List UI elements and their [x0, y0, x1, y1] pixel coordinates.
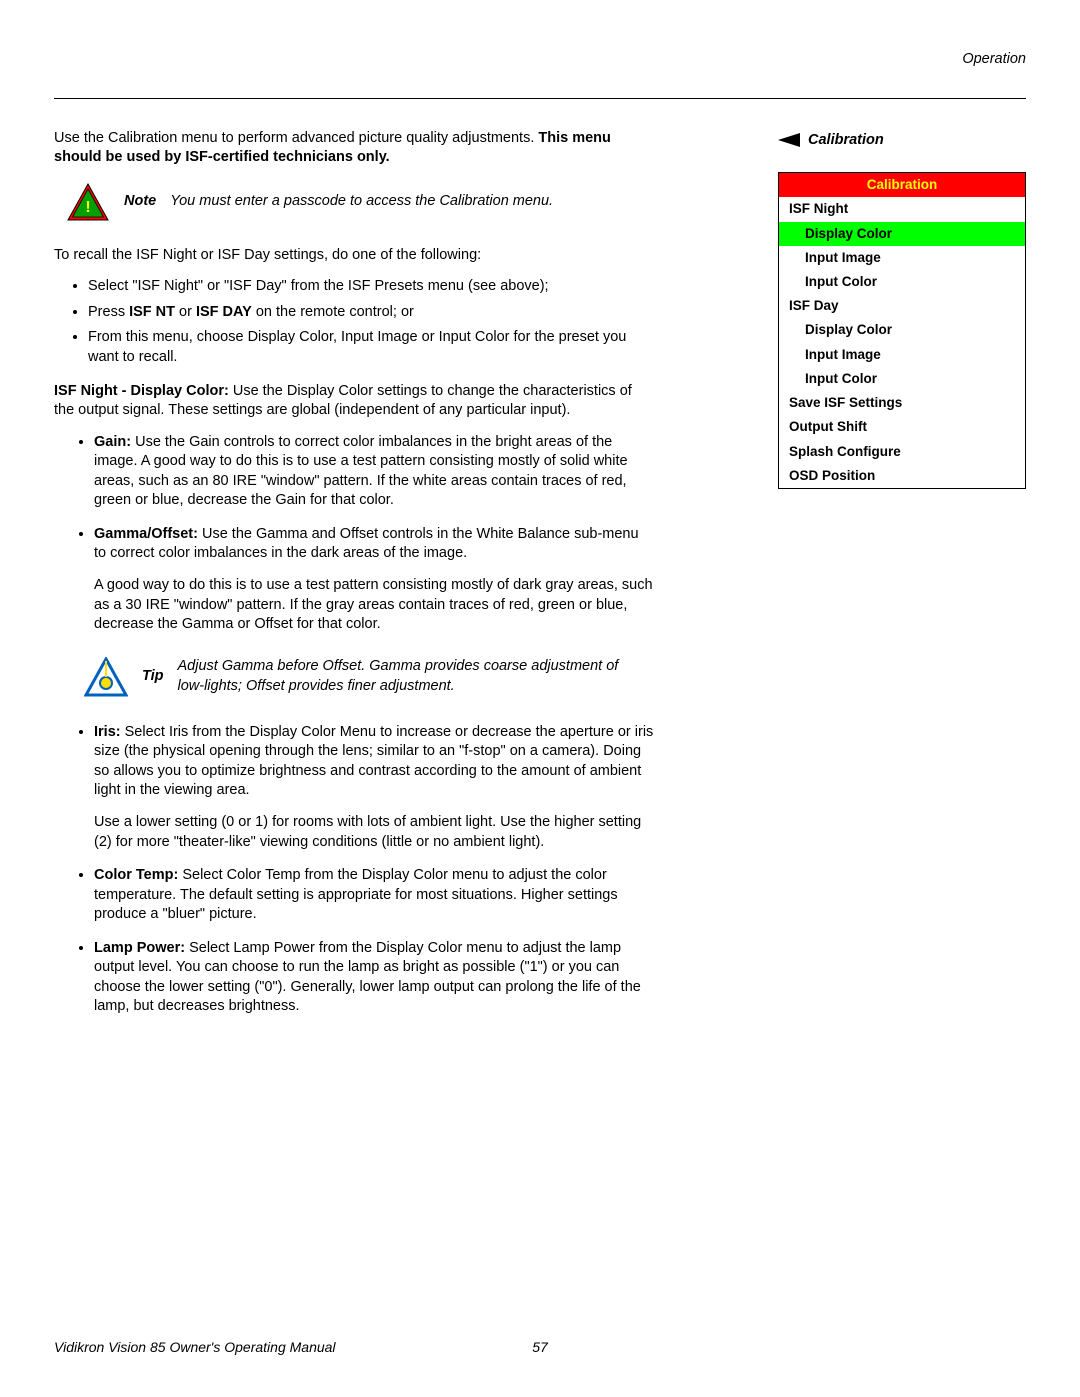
intro-paragraph: Use the Calibration menu to perform adva…	[54, 129, 654, 168]
side-column: Calibration Calibration ISF Night Displa…	[778, 129, 1026, 489]
menu-row: Output Shift	[779, 415, 1025, 439]
menu-row-selected: Display Color	[779, 222, 1025, 246]
footer: Vidikron Vision 85 Owner's Operating Man…	[54, 1338, 1026, 1357]
list-item: Select "ISF Night" or "ISF Day" from the…	[88, 277, 654, 297]
text: on the remote control; or	[252, 304, 414, 320]
header-rule	[54, 98, 1026, 99]
menu-row: Save ISF Settings	[779, 391, 1025, 415]
gamma-label: Gamma/Offset:	[94, 526, 202, 542]
lead-bold: ISF Night - Display Color:	[54, 383, 233, 399]
list-item: Lamp Power: Select Lamp Power from the D…	[94, 939, 654, 1017]
menu-row: Input Image	[779, 343, 1025, 367]
note-text: You must enter a passcode to access the …	[170, 192, 553, 212]
recall-intro: To recall the ISF Night or ISF Day setti…	[54, 246, 654, 266]
menu-row: Input Color	[779, 270, 1025, 294]
content-row: Use the Calibration menu to perform adva…	[54, 129, 1026, 1031]
gain-text: Use the Gain controls to correct color i…	[94, 434, 628, 509]
text-bold: ISF DAY	[196, 304, 252, 320]
text: Press	[88, 304, 129, 320]
footer-title: Vidikron Vision 85 Owner's Operating Man…	[54, 1338, 336, 1357]
warning-triangle-icon	[84, 657, 128, 697]
iris-label: Iris:	[94, 724, 125, 740]
list-item: Gain: Use the Gain controls to correct c…	[94, 433, 654, 511]
menu-row: OSD Position	[779, 464, 1025, 488]
list-item: Press ISF NT or ISF DAY on the remote co…	[88, 303, 654, 323]
colortemp-label: Color Temp:	[94, 867, 182, 883]
warning-triangle-icon: !	[66, 182, 110, 222]
text: or	[175, 304, 196, 320]
display-color-list: Gain: Use the Gain controls to correct c…	[94, 433, 654, 635]
tip-callout: Tip Adjust Gamma before Offset. Gamma pr…	[84, 657, 654, 697]
list-item: From this menu, choose Display Color, In…	[88, 328, 654, 367]
more-list: Iris: Select Iris from the Display Color…	[94, 723, 654, 1017]
tip-label: Tip	[142, 667, 163, 687]
note-callout: ! Note You must enter a passcode to acce…	[66, 182, 654, 222]
menu-row: Input Color	[779, 367, 1025, 391]
gamma-p2: A good way to do this is to use a test p…	[94, 576, 654, 635]
list-item: Gamma/Offset: Use the Gamma and Offset c…	[94, 525, 654, 635]
main-column: Use the Calibration menu to perform adva…	[54, 129, 654, 1031]
lamp-label: Lamp Power:	[94, 940, 189, 956]
calibration-menu: Calibration ISF Night Display Color Inpu…	[778, 172, 1026, 489]
list-item: Iris: Select Iris from the Display Color…	[94, 723, 654, 852]
arrow-left-icon	[778, 133, 800, 147]
tip-text: Adjust Gamma before Offset. Gamma provid…	[177, 657, 637, 696]
intro-text: Use the Calibration menu to perform adva…	[54, 130, 538, 146]
menu-header: Calibration	[779, 173, 1025, 197]
menu-row: ISF Day	[779, 294, 1025, 318]
display-color-lead: ISF Night - Display Color: Use the Displ…	[54, 382, 654, 421]
side-heading: Calibration	[778, 131, 1026, 151]
page-number: 57	[532, 1338, 548, 1357]
menu-row: Input Image	[779, 246, 1025, 270]
menu-row: Display Color	[779, 318, 1025, 342]
svg-text:!: !	[85, 199, 90, 216]
menu-row: Splash Configure	[779, 440, 1025, 464]
note-label: Note	[124, 192, 156, 212]
side-heading-text: Calibration	[808, 131, 884, 151]
iris-text: Select Iris from the Display Color Menu …	[94, 724, 653, 799]
gain-label: Gain:	[94, 434, 135, 450]
list-item: Color Temp: Select Color Temp from the D…	[94, 866, 654, 925]
text-bold: ISF NT	[129, 304, 175, 320]
chapter-header: Operation	[54, 50, 1026, 98]
iris-p2: Use a lower setting (0 or 1) for rooms w…	[94, 813, 654, 852]
menu-row: ISF Night	[779, 197, 1025, 221]
recall-list: Select "ISF Night" or "ISF Day" from the…	[88, 277, 654, 367]
